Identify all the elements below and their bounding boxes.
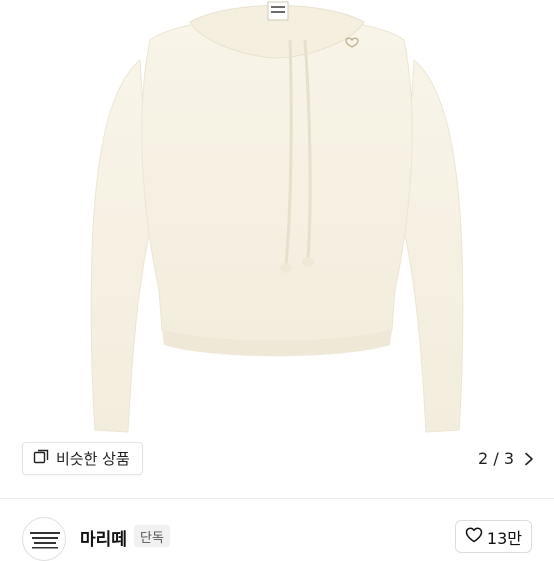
shop-avatar[interactable] [22,517,66,561]
chevron-right-icon[interactable] [524,452,534,466]
shop-row: 마리떼 단독 13만 [0,499,554,561]
pager-total: 3 [503,449,514,468]
product-image[interactable] [0,0,554,480]
image-pager: 2 / 3 [478,442,534,475]
shop-logo-icon [30,532,60,549]
pager-separator: / [493,449,499,468]
pager-text: 2 / 3 [478,449,514,468]
pager-current: 2 [478,449,489,468]
similar-items-label: 비슷한 상품 [56,450,130,468]
similar-items-icon [33,448,50,469]
like-button[interactable]: 13만 [454,520,532,553]
similar-items-button[interactable]: 비슷한 상품 [22,442,143,475]
sweater-illustration [90,1,464,433]
heart-outline-icon [465,526,483,547]
shop-name[interactable]: 마리떼 [80,525,127,550]
like-count: 13만 [486,528,522,548]
exclusive-badge: 단독 [134,525,170,547]
